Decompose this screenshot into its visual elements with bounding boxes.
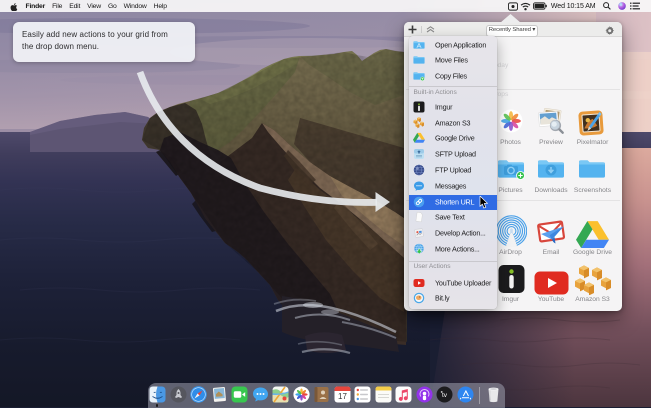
svg-text:tv: tv <box>442 392 448 399</box>
svg-text:17: 17 <box>338 392 347 401</box>
